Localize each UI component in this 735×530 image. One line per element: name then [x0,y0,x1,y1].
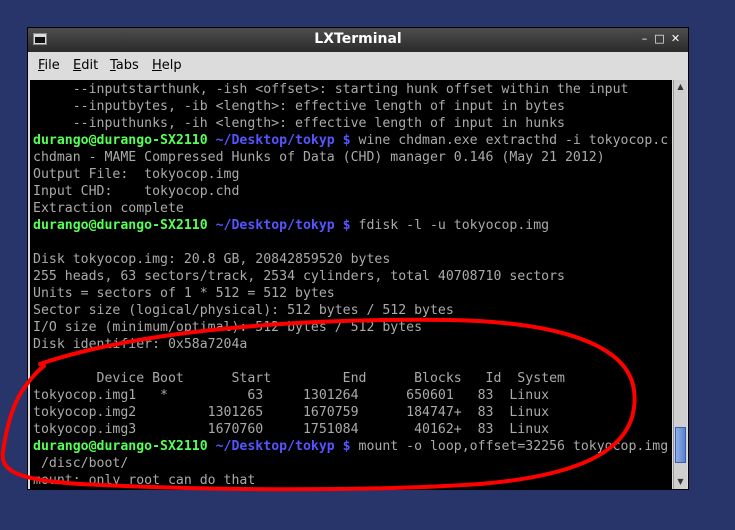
menu-bar: File Edit Tabs Help [28,52,688,80]
menu-file-label: ile [44,58,60,73]
prompt-user: durango@durango-SX2110 [33,439,208,454]
terminal-output[interactable]: --inputstarthunk, -ish <offset>: startin… [30,80,672,489]
output-line: --inputstarthunk, -ish <offset>: startin… [33,82,629,97]
menu-help[interactable]: Help [152,58,182,73]
maximize-button[interactable]: □ [652,31,667,47]
output-line: Device Boot Start End Blocks Id System [33,371,565,386]
vertical-scrollbar[interactable]: ▲ ▼ [673,80,687,489]
output-line: Disk tokyocop.img: 20.8 GB, 20842859520 … [33,252,391,267]
output-line: Input CHD: tokyocop.chd [33,184,240,199]
output-line: --inputbytes, -ib <length>: effective le… [33,99,565,114]
output-line: Disk identifier: 0x58a7204a [33,337,248,352]
scroll-down-arrow-icon[interactable]: ▼ [674,475,687,489]
output-line: Units = sectors of 1 * 512 = 512 bytes [33,286,335,301]
menu-edit-label: dit [81,58,99,73]
prompt-line: durango@durango-SX2110 ~/Desktop/tokyp $… [33,438,668,455]
menu-tabs[interactable]: Tabs [110,58,139,73]
menu-edit-mnemonic: E [73,58,82,73]
output-line: --inputhunks, -ih <length>: effective le… [33,116,565,131]
command-text: wine chdman.exe extracthd -i tokyocop.c [350,133,669,148]
prompt-path: ~/Desktop/tokyp $ [207,439,351,454]
prompt-user: durango@durango-SX2110 [33,133,208,148]
output-line: chdman - MAME Compressed Hunks of Data (… [33,150,605,165]
output-line: I/O size (minimum/optimal): 512 bytes / … [33,320,423,335]
output-line: /disc/boot/ [33,456,129,471]
menu-tabs-label: abs [115,58,139,73]
command-text: fdisk -l -u tokyocop.img [350,218,550,233]
menu-help-mnemonic: H [152,58,162,73]
output-line: 255 heads, 63 sectors/track, 2534 cylind… [33,269,565,284]
output-line: Sector size (logical/physical): 512 byte… [33,303,454,318]
output-line: mount: only root can do that [33,473,256,488]
output-line: Extraction complete [33,201,184,216]
scroll-up-arrow-icon[interactable]: ▲ [674,80,687,94]
menu-edit[interactable]: Edit [73,58,98,73]
output-line: tokyocop.img1 * 63 1301264 650601 83 Lin… [33,388,550,403]
output-line: tokyocop.img2 1301265 1670759 184747+ 83… [33,405,550,420]
output-line: Output File: tokyocop.img [33,167,240,182]
menu-help-label: elp [161,58,182,73]
minimize-button[interactable]: – [637,31,652,47]
terminal-window: LXTerminal – □ ✕ File Edit Tabs Help --i… [27,27,689,490]
close-button[interactable]: ✕ [668,31,683,47]
title-bar[interactable]: LXTerminal – □ ✕ [28,28,688,52]
menu-file[interactable]: File [38,58,60,73]
scrollbar-thumb[interactable] [675,427,686,463]
prompt-line: durango@durango-SX2110 ~/Desktop/tokyp $… [33,217,549,234]
prompt-line: durango@durango-SX2110 ~/Desktop/tokyp $… [33,132,668,149]
output-line: tokyocop.img3 1670760 1751084 40162+ 83 … [33,422,550,437]
prompt-path: ~/Desktop/tokyp $ [207,218,351,233]
prompt-path: ~/Desktop/tokyp $ [207,133,351,148]
command-text: mount -o loop,offset=32256 tokyocop.img [350,439,669,454]
prompt-user: durango@durango-SX2110 [33,218,208,233]
window-title: LXTerminal [314,31,402,47]
